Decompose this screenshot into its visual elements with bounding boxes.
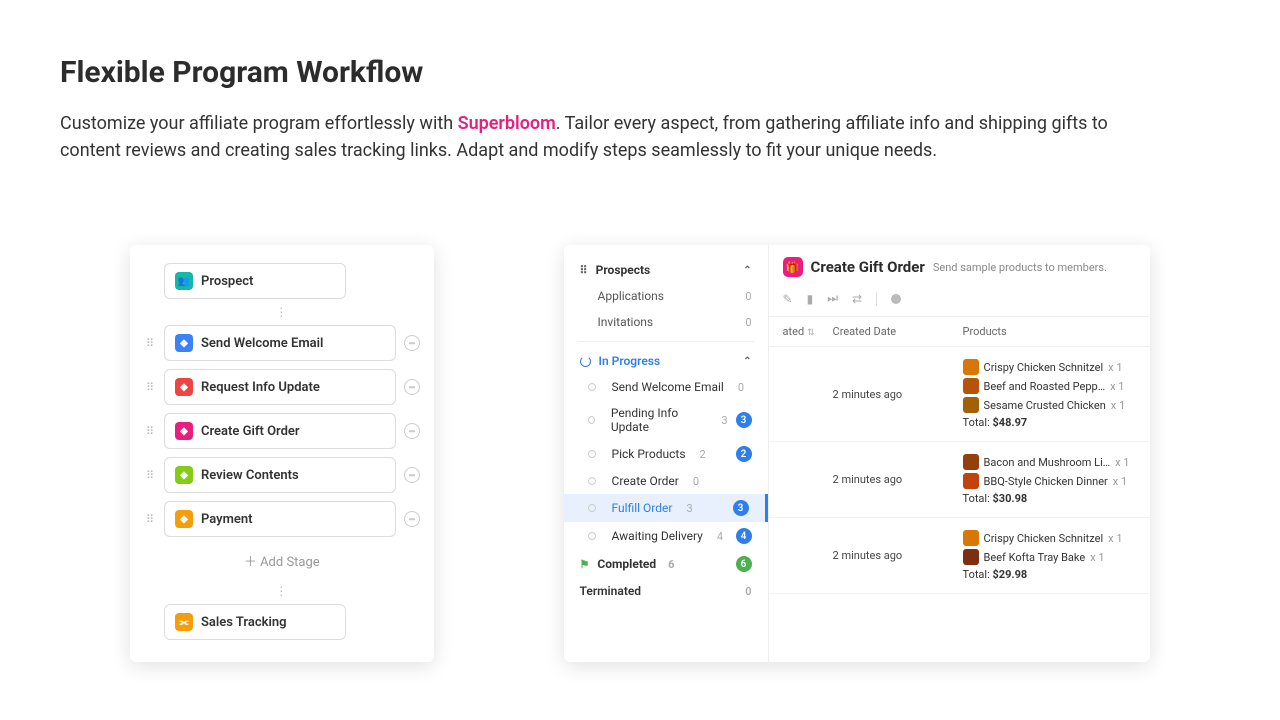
stage-icon: ◆ xyxy=(175,510,193,528)
product-item: BBQ-Style Chicken Dinner x 1 xyxy=(963,473,1136,489)
created-date: 2 minutes ago xyxy=(833,454,963,505)
nav-step[interactable]: Fulfill Order 3 3 xyxy=(564,494,768,522)
nav-step[interactable]: Pick Products 2 2 xyxy=(564,440,768,468)
shuffle-icon[interactable]: ⇄ xyxy=(852,292,862,306)
stage-settings-icon[interactable] xyxy=(404,335,420,351)
product-item: Beef Kofta Tray Bake x 1 xyxy=(963,549,1136,565)
stage-icon: ◆ xyxy=(175,466,193,484)
stage-settings-icon[interactable] xyxy=(404,423,420,439)
gift-icon: 🎁 xyxy=(783,257,803,277)
stage-icon: ◆ xyxy=(175,422,193,440)
record-icon[interactable] xyxy=(891,294,901,304)
drag-handle-icon[interactable]: ⠿ xyxy=(144,381,156,394)
product-item: Crispy Chicken Schnitzel x 1 xyxy=(963,359,1136,375)
panel-subtitle: Send sample products to members. xyxy=(933,261,1107,274)
page-title: Flexible Program Workflow xyxy=(60,55,1220,90)
product-item: Sesame Crusted Chicken x 1 xyxy=(963,397,1136,413)
stage-settings-icon[interactable] xyxy=(404,467,420,483)
product-thumb xyxy=(963,397,979,413)
count-badge: 3 xyxy=(736,412,752,428)
people-icon: ⠿ xyxy=(580,264,588,277)
nav-step[interactable]: Send Welcome Email 0 xyxy=(564,374,768,400)
count-badge: 2 xyxy=(736,446,752,462)
nav-invitations[interactable]: Invitations0 xyxy=(564,309,768,335)
chevron-up-icon: ⌃ xyxy=(743,265,751,276)
chevron-up-icon: ⌃ xyxy=(743,356,751,367)
tracking-stage[interactable]: ⫘ Sales Tracking xyxy=(164,604,346,640)
count-badge: 4 xyxy=(736,528,752,544)
stage-item[interactable]: ◆ Request Info Update xyxy=(164,369,396,405)
panel-title: Create Gift Order xyxy=(811,258,925,276)
product-item: Bacon and Mushroom Li… x 1 xyxy=(963,454,1136,470)
drag-handle-icon[interactable]: ⠿ xyxy=(144,337,156,350)
created-date: 2 minutes ago xyxy=(833,359,963,429)
stage-settings-icon[interactable] xyxy=(404,511,420,527)
nav-sidebar: ⠿Prospects⌃ Applications0 Invitations0 I… xyxy=(564,245,769,662)
order-panel: ⠿Prospects⌃ Applications0 Invitations0 I… xyxy=(564,245,1150,662)
nav-in-progress[interactable]: In Progress⌃ xyxy=(564,348,768,374)
stage-item[interactable]: ◆ Payment xyxy=(164,501,396,537)
connector-dots-icon: ⋮ xyxy=(144,305,420,319)
product-thumb xyxy=(963,549,979,565)
nav-prospects[interactable]: ⠿Prospects⌃ xyxy=(564,257,768,283)
created-date: 2 minutes ago xyxy=(833,530,963,581)
product-thumb xyxy=(963,473,979,489)
spinner-icon xyxy=(580,356,591,367)
nav-step[interactable]: Pending Info Update 3 3 xyxy=(564,400,768,440)
drag-handle-icon[interactable]: ⠿ xyxy=(144,513,156,526)
connector-dots-icon: ⋮ xyxy=(144,584,420,598)
table-header: ated⇅ Created Date Products xyxy=(769,316,1150,347)
sort-icon[interactable]: ⇅ xyxy=(807,328,815,338)
table-row[interactable]: 2 minutes ago Crispy Chicken Schnitzel x… xyxy=(769,347,1150,442)
table-row[interactable]: 2 minutes ago Bacon and Mushroom Li… x 1… xyxy=(769,442,1150,518)
product-thumb xyxy=(963,378,979,394)
toolbar: ✎ ▮ ⏭ ⇄ xyxy=(769,285,1150,316)
product-thumb xyxy=(963,454,979,470)
count-badge: 3 xyxy=(733,500,749,516)
stage-item[interactable]: ◆ Review Contents xyxy=(164,457,396,493)
product-item: Beef and Roasted Pepp… x 1 xyxy=(963,378,1136,394)
stage-item[interactable]: ◆ Send Welcome Email xyxy=(164,325,396,361)
stage-item[interactable]: ◆ Create Gift Order xyxy=(164,413,396,449)
workflow-builder: 👥 Prospect ⋮ ⠿ ◆ Send Welcome Email ⠿ ◆ … xyxy=(130,245,434,662)
drag-handle-icon[interactable]: ⠿ xyxy=(144,469,156,482)
row-total: Total: $30.98 xyxy=(963,492,1136,505)
product-thumb xyxy=(963,530,979,546)
product-thumb xyxy=(963,359,979,375)
nav-terminated[interactable]: Terminated0 xyxy=(564,578,768,604)
table-row[interactable]: 2 minutes ago Crispy Chicken Schnitzel x… xyxy=(769,518,1150,594)
product-item: Crispy Chicken Schnitzel x 1 xyxy=(963,530,1136,546)
add-stage-button[interactable]: ＋ Add Stage xyxy=(144,551,420,570)
folder-icon[interactable]: ▮ xyxy=(807,292,814,306)
nav-step[interactable]: Create Order 0 xyxy=(564,468,768,494)
nav-step[interactable]: Awaiting Delivery 4 4 xyxy=(564,522,768,550)
prospect-stage[interactable]: 👥 Prospect xyxy=(164,263,346,299)
row-total: Total: $48.97 xyxy=(963,416,1136,429)
stage-settings-icon[interactable] xyxy=(404,379,420,395)
share-icon: ⫘ xyxy=(175,613,193,631)
flag-icon: ⚑ xyxy=(580,558,590,571)
prospect-icon: 👥 xyxy=(175,272,193,290)
stage-icon: ◆ xyxy=(175,334,193,352)
stage-icon: ◆ xyxy=(175,378,193,396)
edit-icon[interactable]: ✎ xyxy=(783,292,793,306)
nav-applications[interactable]: Applications0 xyxy=(564,283,768,309)
nav-completed[interactable]: ⚑Completed66 xyxy=(564,550,768,578)
brand-name: Superbloom xyxy=(458,113,556,134)
page-description: Customize your affiliate program effortl… xyxy=(60,110,1160,164)
drag-handle-icon[interactable]: ⠿ xyxy=(144,425,156,438)
skip-icon[interactable]: ⏭ xyxy=(827,291,838,306)
row-total: Total: $29.98 xyxy=(963,568,1136,581)
